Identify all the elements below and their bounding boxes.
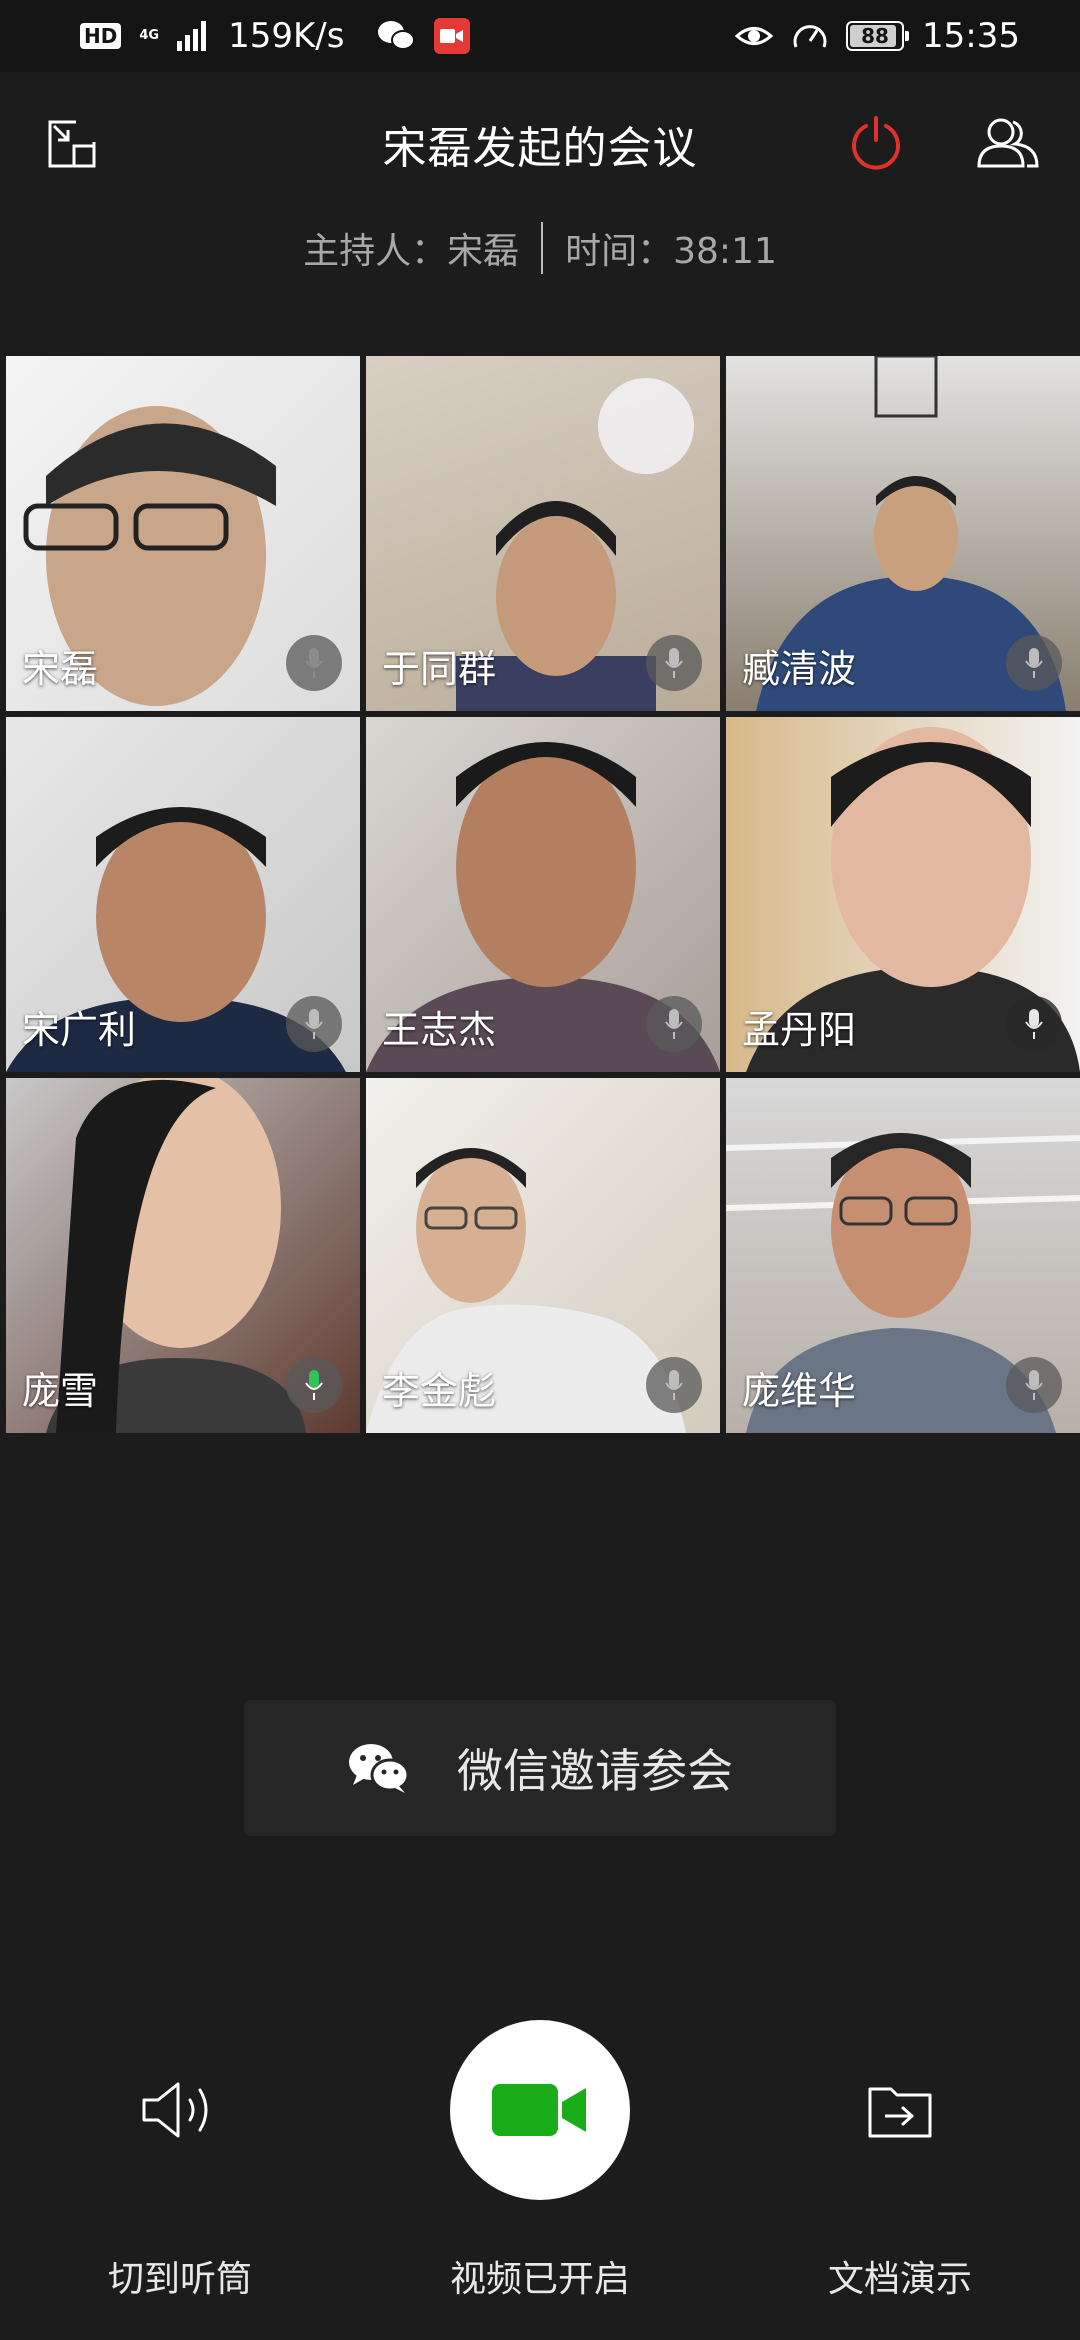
battery-level: 88 xyxy=(861,24,889,48)
hd-badge: HD xyxy=(80,23,122,49)
document-share-icon xyxy=(868,2087,932,2138)
speaker-icon xyxy=(142,2082,208,2138)
wechat-icon xyxy=(349,1744,410,1793)
mic-icon xyxy=(1006,1357,1062,1413)
meeting-app-notification-icon xyxy=(434,18,471,54)
wechat-notification-icon xyxy=(378,21,416,50)
mic-icon xyxy=(286,996,342,1052)
invite-label: 微信邀请参会 xyxy=(457,1744,733,1798)
video-toggle-button[interactable]: 视频已开启 xyxy=(390,2010,690,2302)
meeting-screen: HD 4G 159K/s 88 15:35 宋磊发起的会议 主持人：宋磊 时间：… xyxy=(0,0,1080,2340)
network-speed: 159K/s xyxy=(228,16,345,56)
mic-active-icon xyxy=(286,1357,342,1413)
earpiece-label: 切到听筒 xyxy=(107,2259,252,2300)
meeting-duration: 时间：38:11 xyxy=(565,231,777,272)
video-grid: 宋磊 于同群 臧清波 宋广利 王志杰 孟丹阳 庞雪 李金彪 庞维华 xyxy=(6,356,1080,1433)
video-tile[interactable]: 李金彪 xyxy=(366,1078,720,1433)
video-tile[interactable]: 王志杰 xyxy=(366,717,720,1072)
power-icon xyxy=(852,116,900,170)
participant-name: 宋磊 xyxy=(22,647,99,691)
participant-name: 庞维华 xyxy=(742,1369,857,1413)
video-circle xyxy=(450,2020,630,2200)
video-label: 视频已开启 xyxy=(449,2259,630,2300)
wechat-invite-button[interactable]: 微信邀请参会 xyxy=(244,1700,836,1836)
participant-name: 李金彪 xyxy=(382,1369,497,1413)
video-tile[interactable]: 于同群 xyxy=(366,356,720,711)
participant-name: 王志杰 xyxy=(382,1008,497,1052)
mic-icon xyxy=(646,1357,702,1413)
participant-name: 孟丹阳 xyxy=(742,1008,857,1052)
mic-icon xyxy=(646,996,702,1052)
participants-icon xyxy=(977,118,1039,168)
video-tile[interactable]: 宋广利 xyxy=(6,717,360,1072)
info-divider xyxy=(541,222,544,274)
end-meeting-button[interactable] xyxy=(846,112,906,172)
document-share-label: 文档演示 xyxy=(827,2259,972,2300)
video-camera-icon xyxy=(492,2084,586,2136)
speed-gauge-icon xyxy=(793,25,827,48)
participant-name: 臧清波 xyxy=(742,647,857,691)
signal-icon xyxy=(177,21,207,51)
participant-name: 于同群 xyxy=(382,647,497,691)
switch-earpiece-button[interactable]: 切到听筒 xyxy=(30,2010,330,2302)
host-label: 主持人：宋磊 xyxy=(303,231,520,272)
participants-button[interactable] xyxy=(974,112,1042,172)
video-tile[interactable]: 臧清波 xyxy=(726,356,1080,711)
video-tile[interactable]: 宋磊 xyxy=(6,356,360,711)
meeting-header: 宋磊发起的会议 主持人：宋磊 时间：38:11 xyxy=(0,72,1080,274)
battery-icon: 88 xyxy=(846,21,910,51)
document-share-button[interactable]: 文档演示 xyxy=(750,2010,1050,2302)
meeting-title: 宋磊发起的会议 xyxy=(382,123,698,174)
participant-name: 庞雪 xyxy=(22,1369,99,1413)
status-bar: HD 4G 159K/s 88 15:35 xyxy=(0,0,1080,72)
video-tile[interactable]: 孟丹阳 xyxy=(726,717,1080,1072)
network-type: 4G xyxy=(139,28,160,43)
video-tile[interactable]: 庞雪 xyxy=(6,1078,360,1433)
mic-icon xyxy=(286,635,342,691)
mic-icon xyxy=(646,635,702,691)
clock: 15:35 xyxy=(922,16,1020,56)
participant-name: 宋广利 xyxy=(22,1008,137,1052)
meeting-info: 主持人：宋磊 时间：38:11 xyxy=(0,222,1080,274)
mic-icon xyxy=(1006,635,1062,691)
video-tile[interactable]: 庞维华 xyxy=(726,1078,1080,1433)
eye-comfort-icon xyxy=(734,27,774,45)
mic-icon xyxy=(1006,996,1062,1052)
